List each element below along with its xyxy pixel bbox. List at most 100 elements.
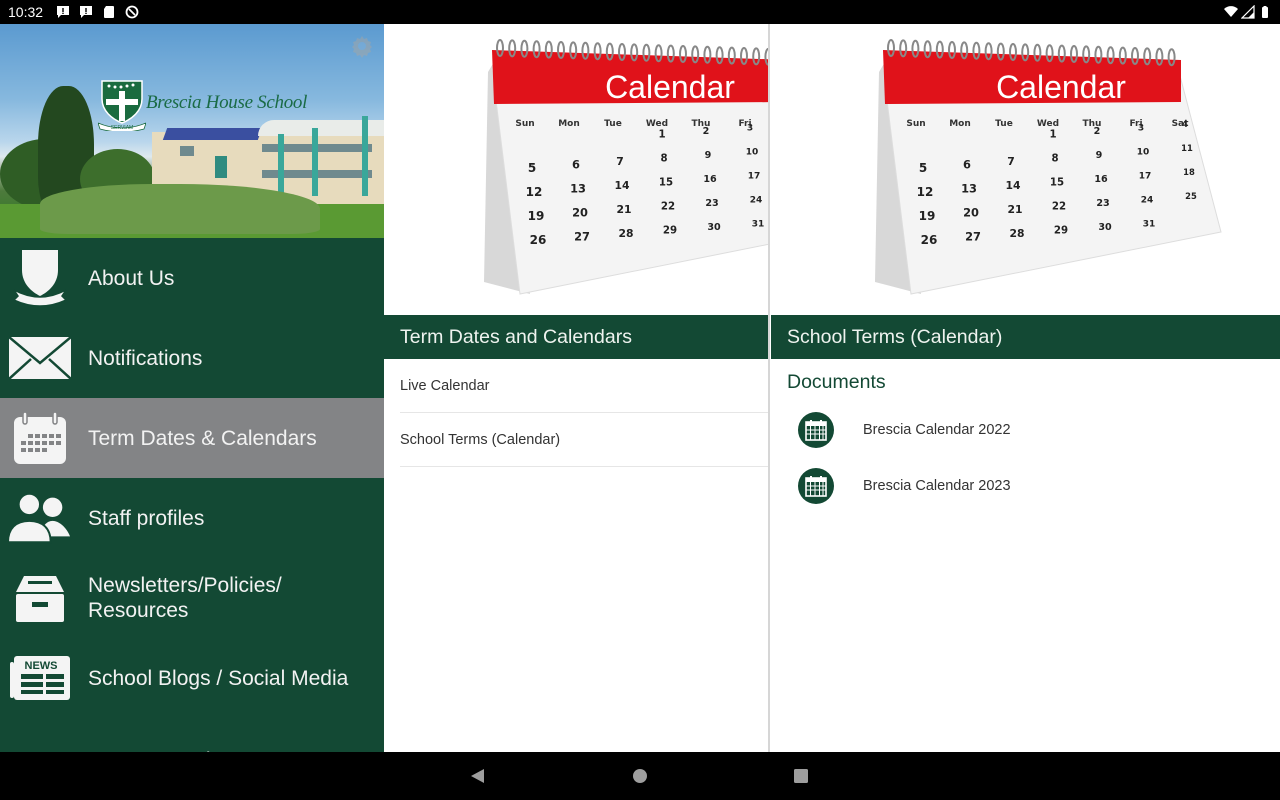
calendar-day: 21 (1007, 203, 1022, 216)
calendar-day: 18 (1183, 167, 1195, 177)
calendar-day: 26 (921, 233, 938, 247)
menu-item-notifications[interactable]: Notifications (0, 318, 384, 398)
school-header-image: SERVIAM Brescia House School (0, 24, 384, 238)
menu-item-about-us[interactable]: About Us (0, 238, 384, 318)
panel-header: School Terms (Calendar) (771, 315, 1280, 359)
calendar-day: 14 (614, 179, 630, 192)
list-item-school-terms[interactable]: School Terms (Calendar) (400, 413, 768, 467)
newspaper-icon: NEWS (8, 648, 72, 708)
svg-text:SERVIAM: SERVIAM (111, 125, 133, 131)
calendar-day: 12 (526, 185, 543, 199)
calendar-day: 10 (746, 148, 759, 158)
calendar-day: 19 (528, 209, 545, 223)
calendar-day: 13 (961, 182, 977, 196)
data-saver-icon (125, 5, 139, 19)
calendar-illustration: CalendarSunMonTueWedThuFriSat12345678910… (875, 39, 1222, 295)
calendar-day: 22 (661, 202, 675, 213)
notification-alert-icon (57, 6, 70, 18)
menu-item-term-dates-calendars[interactable]: Term Dates & Calendars (0, 398, 384, 478)
calendar-day: 24 (1141, 196, 1154, 206)
settings-gear-icon[interactable] (350, 34, 374, 58)
document-list: Brescia Calendar 2022 Brescia Calendar 2… (771, 402, 1280, 514)
panel-header: Term Dates and Calendars (384, 315, 768, 359)
battery-icon (1262, 6, 1268, 18)
calendar-day: 10 (1137, 148, 1150, 158)
calendar-day: 30 (707, 222, 721, 233)
calendar-day: 16 (1094, 174, 1108, 185)
calendar-day: 7 (1007, 155, 1015, 168)
documents-section-title: Documents (787, 371, 886, 393)
calendar-day: 31 (1143, 220, 1156, 230)
calendar-day: 5 (919, 161, 927, 175)
calendar-day: 26 (530, 233, 547, 247)
calendar-day: 11 (1181, 143, 1193, 153)
svg-text:NEWS: NEWS (25, 660, 58, 672)
calendar-day: 27 (965, 230, 981, 244)
app-window: SERVIAM Brescia House School About Us No… (0, 24, 1280, 752)
calendar-day: 28 (1009, 227, 1024, 240)
calendar-day: 29 (1054, 226, 1068, 237)
calendar-day: 16 (703, 174, 717, 185)
menu-item-school-blogs-social-media[interactable]: NEWS School Blogs / Social Media (0, 638, 384, 718)
calendar-illustration: CalendarSunMonTueWedThuFriSat12345678910… (484, 39, 768, 295)
document-item-calendar-2023[interactable]: Brescia Calendar 2023 (771, 458, 1280, 514)
category-list: Live Calendar School Terms (Calendar) (384, 359, 768, 467)
envelope-icon (8, 328, 72, 388)
calendar-day: 20 (963, 206, 979, 220)
calendar-day: 13 (570, 182, 586, 196)
calendar-day: 17 (748, 172, 761, 182)
list-item-live-calendar[interactable]: Live Calendar (400, 359, 768, 413)
calendar-day: 1 (1049, 130, 1056, 141)
detail-panel: Calendar Sun Mon Tue Wed Thu Fri Sat 1 2 3 4 5 6 7 8 9 10… (771, 24, 1280, 752)
calendar-day: 30 (1098, 222, 1112, 233)
menu-item-parent-portal[interactable]: Parent Portal (0, 718, 384, 752)
calendar-day: 9 (705, 150, 712, 161)
calendar-day: 2 (1094, 126, 1101, 137)
back-icon[interactable] (468, 766, 488, 786)
menu-item-newsletters-policies-resources[interactable]: Newsletters/Policies/Resources (0, 558, 384, 638)
home-icon[interactable] (630, 766, 650, 786)
calendar-day: 1 (658, 130, 665, 141)
calendar-day: 7 (616, 155, 624, 168)
school-name-logo-text: Brescia House School (146, 92, 308, 113)
calendar-day: 22 (1052, 202, 1066, 213)
navigation-drawer: SERVIAM Brescia House School About Us No… (0, 24, 384, 752)
calendar-title: Calendar (996, 69, 1126, 105)
weekday-label: Mon (949, 119, 971, 129)
calendar-day: 2 (703, 126, 710, 137)
recents-icon[interactable] (791, 766, 811, 786)
calendar-day: 6 (572, 158, 580, 172)
calendar-day: 20 (572, 206, 588, 220)
school-crest-logo: SERVIAM (98, 80, 146, 131)
calendar-day: 8 (1051, 154, 1058, 165)
weekday-label: Tue (995, 119, 1013, 129)
weekday-label: Tue (604, 119, 622, 129)
calendar-title: Calendar (605, 69, 735, 105)
calendar-day: 3 (747, 124, 753, 134)
calendar-day: 3 (1138, 124, 1144, 134)
weekday-label: Wed (646, 119, 668, 129)
drawer-menu: About Us Notifications Term Dates & Cale… (0, 238, 384, 752)
archive-box-icon (8, 568, 72, 628)
calendar-doc-icon (798, 468, 834, 504)
calendar-day: 27 (574, 230, 590, 244)
category-panel: CalendarSunMonTueWedThuFriSat12345678910… (384, 24, 770, 752)
calendar-day: 5 (528, 161, 536, 175)
calendar-day: 12 (917, 185, 934, 199)
pencil-icon (8, 742, 72, 752)
calendar-day: 19 (919, 209, 936, 223)
document-item-calendar-2022[interactable]: Brescia Calendar 2022 (771, 402, 1280, 458)
menu-item-staff-profiles[interactable]: Staff profiles (0, 478, 384, 558)
calendar-day: 9 (1096, 150, 1103, 161)
calendar-day: 6 (963, 158, 971, 172)
weekday-label: Sun (515, 119, 534, 129)
status-time: 10:32 (8, 4, 44, 20)
calendar-day: 28 (618, 227, 633, 240)
weekday-label: Wed (1037, 119, 1059, 129)
calendar-day: 15 (1050, 178, 1064, 189)
weekday-label: Sun (906, 119, 925, 129)
calendar-banner-image: CalendarSunMonTueWedThuFriSat12345678910… (771, 24, 1280, 315)
wifi-icon (1224, 6, 1238, 17)
calendar-day: 8 (660, 154, 667, 165)
calendar-icon (8, 408, 72, 468)
